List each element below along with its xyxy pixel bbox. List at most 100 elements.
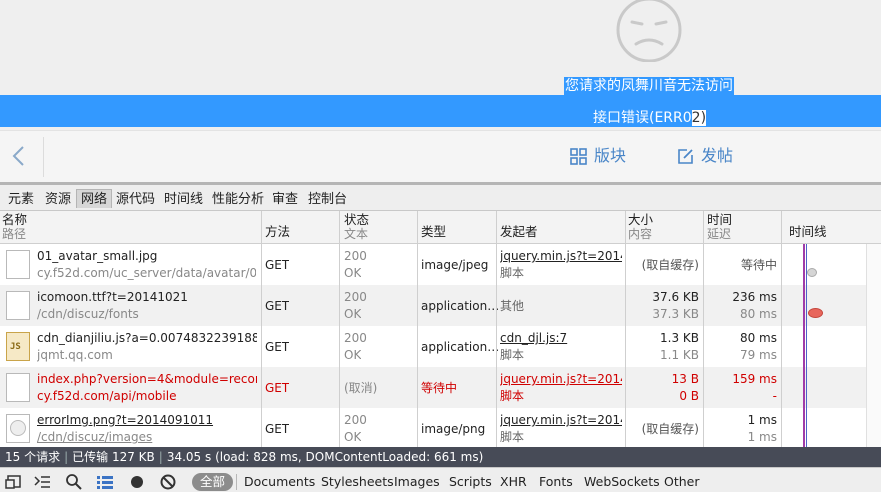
column-divider[interactable] — [339, 211, 340, 447]
request-initiator[interactable]: cdn_djl.js:7 — [500, 330, 622, 346]
js-badge: JS — [10, 342, 21, 352]
board-button[interactable]: 版块 — [570, 145, 630, 167]
table-row[interactable]: icomoon.ttf?t=20141021 /cdn/discuz/fonts… — [0, 285, 866, 326]
load-timing: 34.05 s (load: 828 ms, DOMContentLoaded:… — [166, 450, 484, 464]
column-divider[interactable] — [261, 211, 262, 447]
filter-scripts[interactable]: Scripts — [449, 473, 492, 491]
table-row[interactable]: 01_avatar_small.jpg cy.f52d.com/uc_serve… — [0, 244, 866, 285]
filter-fonts[interactable]: Fonts — [539, 473, 573, 491]
column-header-time[interactable]: 时间 — [707, 213, 732, 227]
column-header-latency[interactable]: 延迟 — [707, 227, 731, 241]
column-header-text[interactable]: 文本 — [344, 227, 368, 241]
request-name[interactable]: errorImg.png?t=2014091011 — [37, 412, 257, 428]
column-divider[interactable] — [781, 211, 782, 447]
request-status-text: OK — [344, 307, 362, 321]
clear-icon[interactable] — [158, 472, 178, 492]
board-label: 版块 — [594, 146, 627, 165]
request-path: /cdn/discuz/fonts — [37, 307, 139, 321]
dock-icon[interactable] — [4, 472, 24, 492]
filter-xhr[interactable]: XHR — [500, 473, 527, 491]
tab-elements[interactable]: 元素 — [4, 190, 38, 209]
request-status: 200 — [344, 249, 367, 263]
column-header-content[interactable]: 内容 — [628, 227, 652, 241]
grid-icon — [570, 148, 587, 165]
error-code-tail: 2) — [691, 110, 707, 126]
column-header-size[interactable]: 大小 — [628, 213, 653, 227]
back-arrow-icon[interactable] — [10, 143, 28, 169]
column-divider[interactable] — [496, 211, 497, 447]
request-method: GET — [265, 258, 290, 272]
request-method: GET — [265, 422, 290, 436]
request-size: 1.3 KB — [660, 331, 699, 345]
table-row[interactable]: index.php?version=4&module=recom… cy.f52… — [0, 367, 866, 408]
request-size: 13 B — [671, 372, 699, 386]
console-drawer-icon[interactable] — [32, 472, 52, 492]
request-content-size: 37.3 KB — [652, 307, 699, 321]
column-header-name[interactable]: 名称 — [2, 213, 27, 227]
nav-divider — [43, 137, 44, 177]
column-divider[interactable] — [625, 211, 626, 447]
load-event-marker — [803, 244, 805, 447]
filter-other[interactable]: Other — [664, 473, 700, 491]
request-type: image/png — [421, 422, 486, 436]
record-icon[interactable] — [127, 472, 147, 492]
timeline-bar — [807, 268, 817, 277]
table-row[interactable]: JS cdn_dianjiliu.js?a=0.0074832239188253… — [0, 326, 866, 367]
request-path[interactable]: /cdn/discuz/images — [37, 429, 256, 445]
tab-timeline[interactable]: 时间线 — [160, 190, 207, 209]
request-content-size: 0 B — [679, 389, 699, 403]
tab-console[interactable]: 控制台 — [304, 190, 351, 209]
request-status: 200 — [344, 290, 367, 304]
filter-websockets[interactable]: WebSockets — [584, 473, 660, 491]
list-view-icon[interactable] — [95, 472, 115, 492]
column-header-method[interactable]: 方法 — [265, 221, 290, 240]
tab-resources[interactable]: 资源 — [41, 190, 75, 209]
devtools-panel: 元素 资源 网络 源代码 时间线 性能分析 审查 控制台 01_avatar_s… — [0, 182, 881, 492]
thumbnail — [10, 420, 26, 436]
request-initiator: 其他 — [500, 299, 525, 313]
request-path: cy.f52d.com/api/mobile — [37, 389, 177, 403]
column-header-initiator[interactable]: 发起者 — [500, 221, 538, 240]
tab-profiles[interactable]: 性能分析 — [208, 190, 268, 209]
column-divider[interactable] — [703, 211, 704, 447]
request-method: GET — [265, 381, 290, 395]
request-path: cy.f52d.com/uc_server/data/avatar/000/00 — [37, 266, 256, 280]
request-status-text: OK — [344, 266, 362, 280]
tab-audits[interactable]: 审查 — [268, 190, 302, 209]
column-header-timeline[interactable]: 时间线 — [789, 221, 827, 240]
sad-face-icon — [616, 0, 682, 62]
tab-sources[interactable]: 源代码 — [112, 190, 159, 209]
summary-separator: | — [158, 450, 163, 464]
column-header-path[interactable]: 路径 — [2, 227, 26, 241]
column-divider[interactable] — [417, 211, 418, 447]
request-initiator-type: 脚本 — [500, 266, 525, 280]
table-row[interactable]: errorImg.png?t=2014091011 /cdn/discuz/im… — [0, 408, 866, 447]
filter-documents[interactable]: Documents — [244, 473, 315, 491]
post-label: 发帖 — [701, 146, 734, 165]
js-file-icon: JS — [6, 332, 30, 361]
request-time: 80 ms — [739, 331, 777, 345]
request-status: (取消) — [344, 381, 378, 395]
request-size: 37.6 KB — [652, 290, 699, 304]
filter-images[interactable]: Images — [394, 473, 440, 491]
vertical-scrollbar[interactable] — [866, 244, 881, 447]
filter-all[interactable]: 全部 — [192, 473, 234, 491]
search-icon[interactable] — [64, 472, 84, 492]
network-toolbar: 全部 Documents Stylesheets Images Scripts … — [0, 467, 881, 492]
request-status-text: OK — [344, 430, 362, 444]
tab-network[interactable]: 网络 — [76, 189, 113, 208]
font-file-icon — [6, 291, 30, 320]
request-initiator[interactable]: jquery.min.js?t=2014… — [500, 412, 622, 428]
column-header-status[interactable]: 状态 — [344, 213, 369, 227]
request-type: application… — [421, 340, 500, 354]
request-initiator[interactable]: jquery.min.js?t=2014… — [500, 248, 622, 264]
filter-stylesheets[interactable]: Stylesheets — [321, 473, 394, 491]
request-status: 200 — [344, 413, 367, 427]
post-button[interactable]: 发帖 — [677, 145, 737, 167]
request-initiator-type: 脚本 — [500, 348, 525, 362]
request-initiator[interactable]: jquery.min.js?t=2014… — [500, 371, 622, 387]
column-header-type[interactable]: 类型 — [421, 221, 446, 240]
request-type: 等待中 — [421, 381, 458, 395]
request-name: cdn_dianjiliu.js?a=0.007483223918825388 — [37, 331, 257, 345]
request-path: jqmt.qq.com — [37, 348, 113, 362]
